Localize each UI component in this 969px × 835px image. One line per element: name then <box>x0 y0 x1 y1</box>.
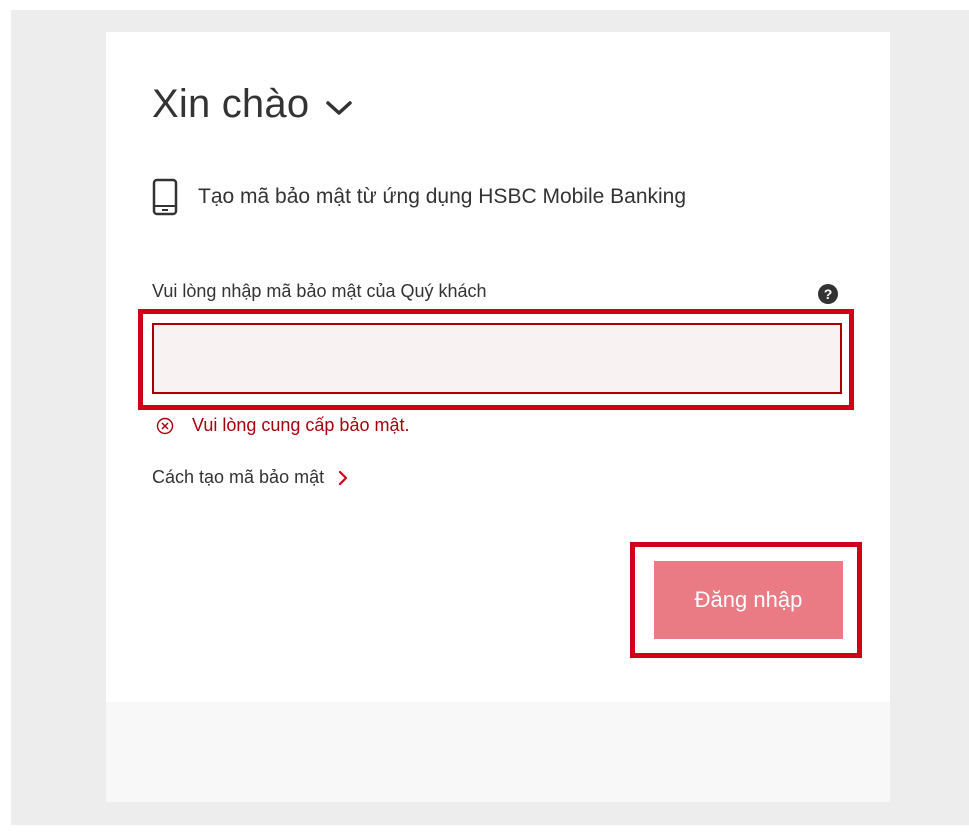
security-code-input[interactable] <box>152 323 842 394</box>
question-circle-icon[interactable]: ? <box>818 284 838 304</box>
howto-link-text: Cách tạo mã bảo mật <box>152 467 325 487</box>
greeting-dropdown[interactable]: Xin chào <box>152 82 353 127</box>
howto-security-code-link[interactable]: Cách tạo mã bảo mật <box>152 467 348 488</box>
error-text: Vui lòng cung cấp bảo mật. <box>192 415 410 435</box>
device-method-text: Tạo mã bảo mật từ ứng dụng HSBC Mobile B… <box>198 185 687 208</box>
error-message: Vui lòng cung cấp bảo mật. <box>156 415 409 436</box>
login-button[interactable]: Đăng nhập <box>654 561 843 639</box>
chevron-down-icon <box>326 100 353 115</box>
chevron-right-icon <box>338 470 348 485</box>
error-circle-x-icon <box>156 417 174 434</box>
login-card-footer <box>106 702 890 802</box>
device-method: Tạo mã bảo mật từ ứng dụng HSBC Mobile B… <box>152 178 686 216</box>
mobile-phone-icon <box>152 178 178 216</box>
greeting-text: Xin chào <box>152 82 310 126</box>
security-code-label: Vui lòng nhập mã bảo mật của Quý khách <box>152 281 487 301</box>
